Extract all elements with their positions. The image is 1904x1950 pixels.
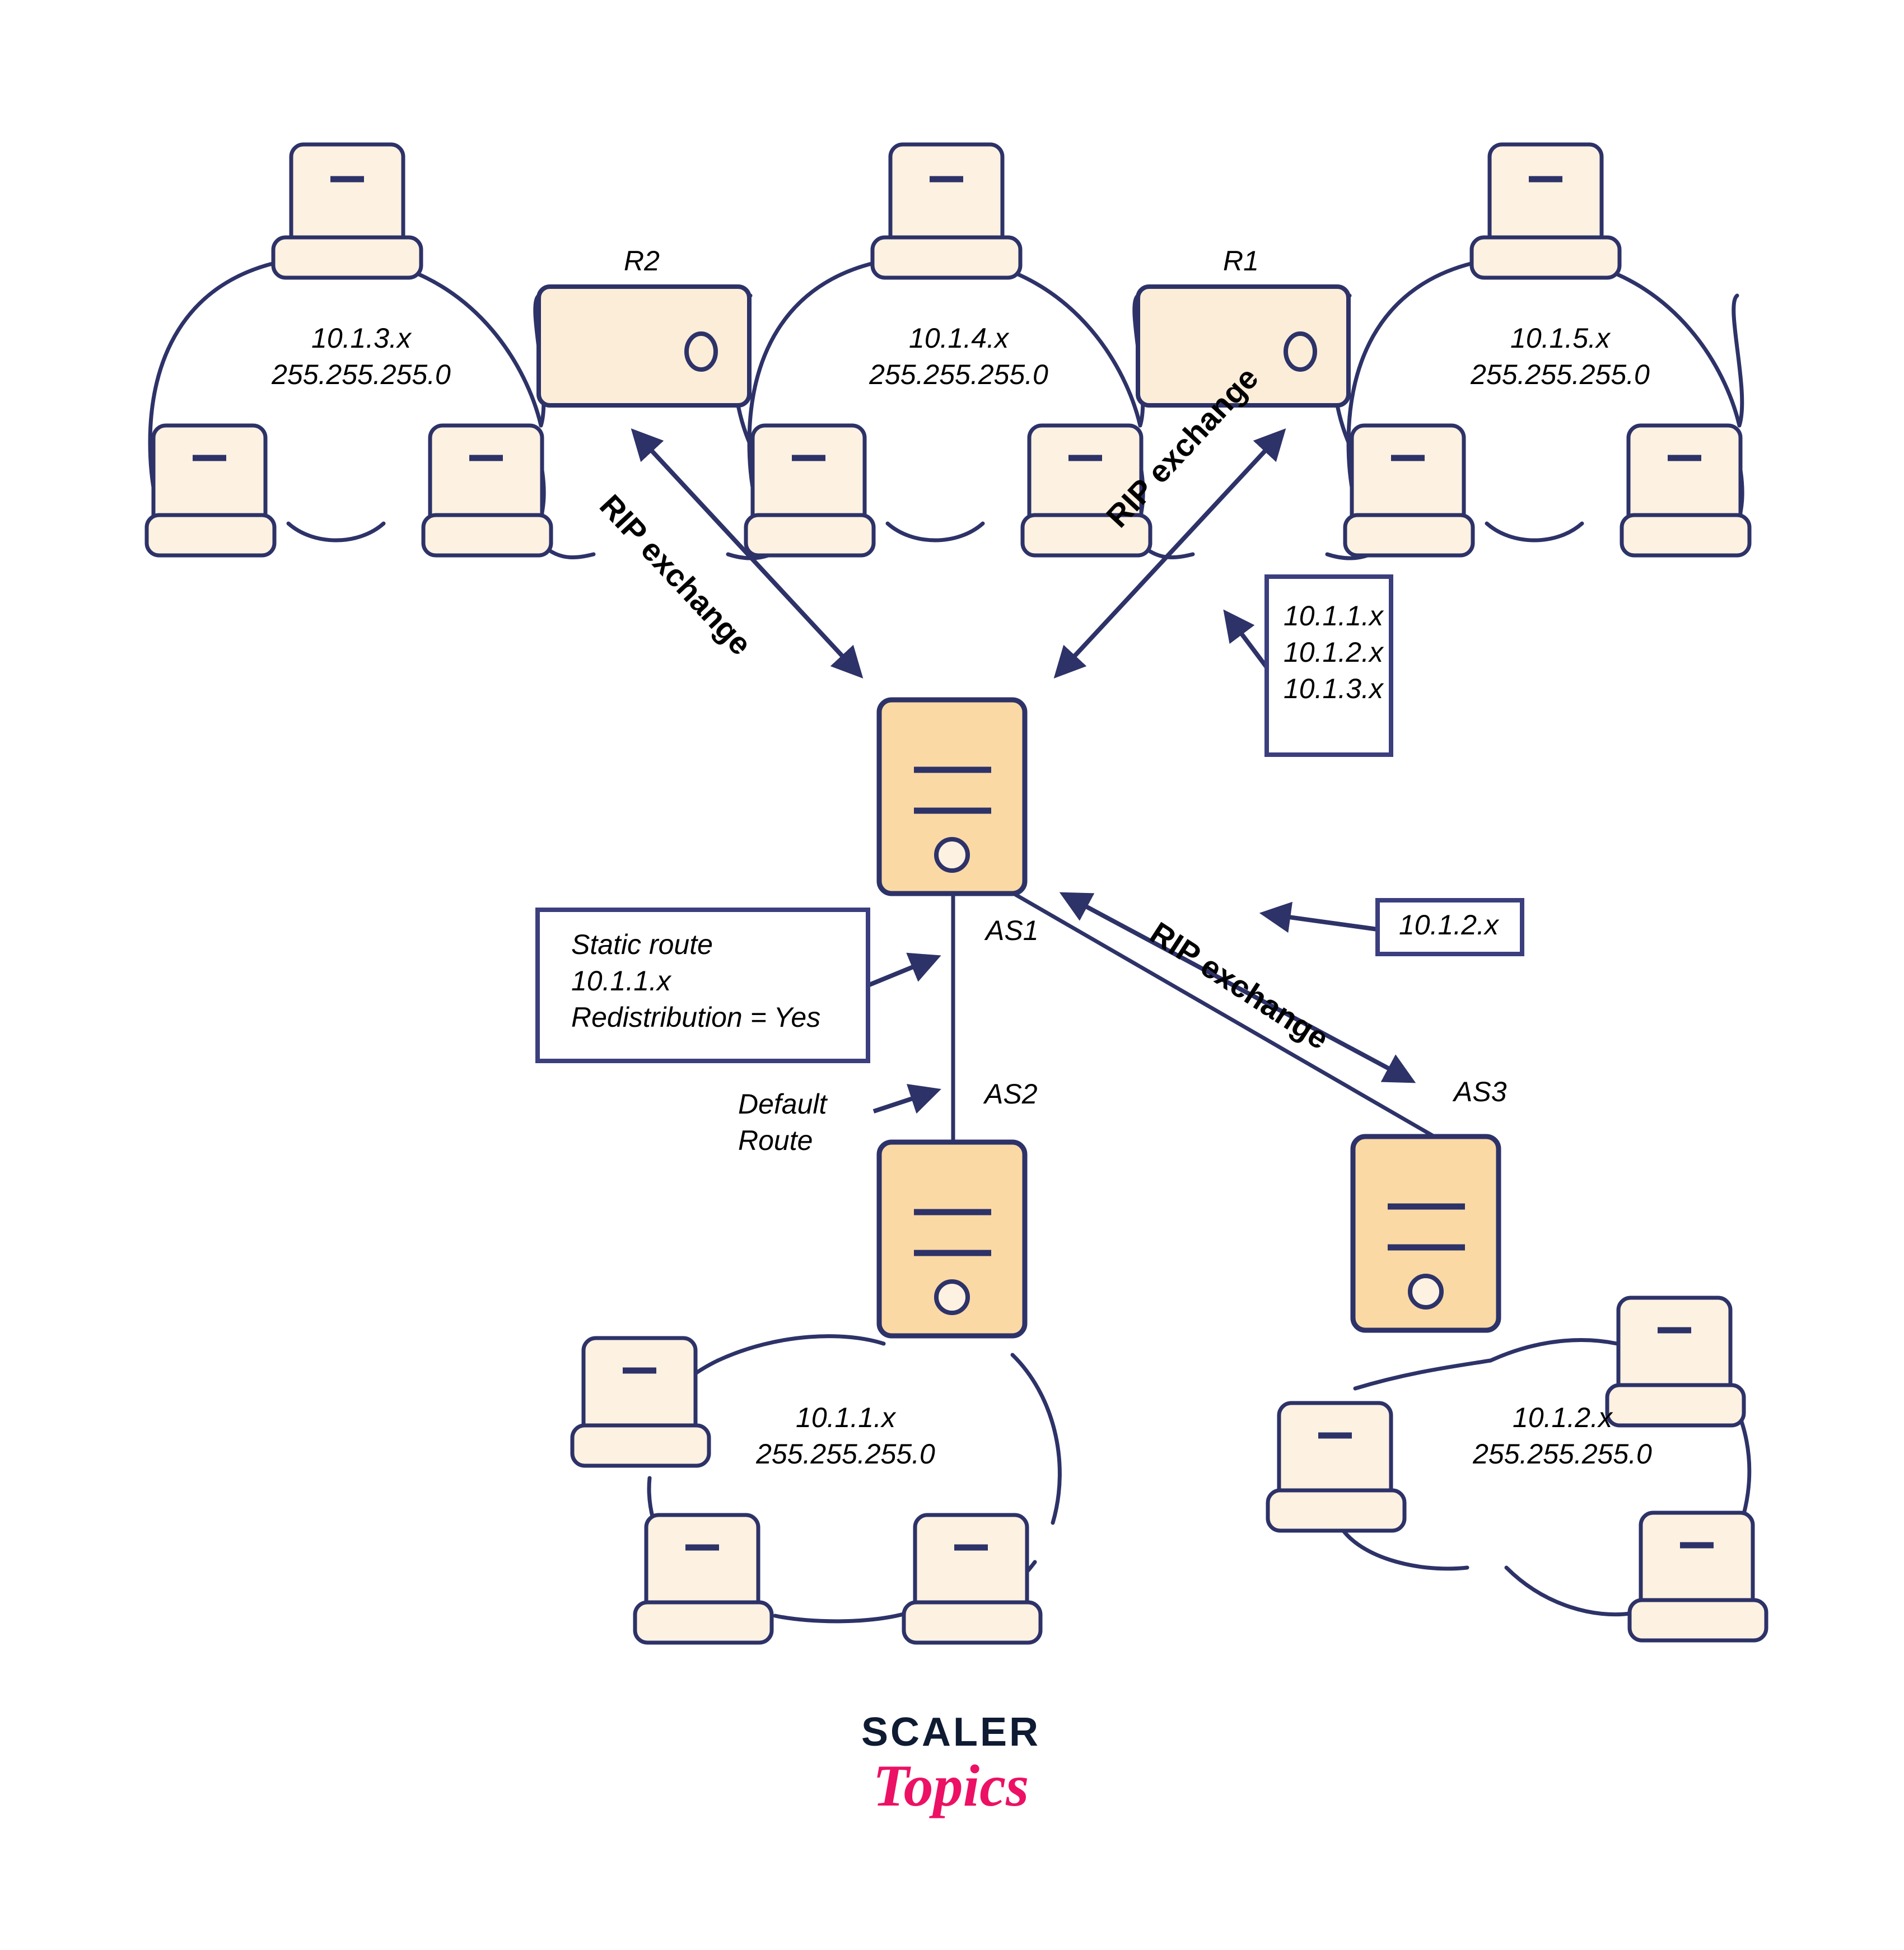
laptop-icon xyxy=(633,1513,774,1645)
laptop-icon xyxy=(902,1513,1043,1645)
static-route-callout-arrow xyxy=(867,952,941,988)
cloud-edge xyxy=(716,1334,886,1363)
cloud-edge xyxy=(773,1610,912,1624)
routes-box-text: 10.1.1.x 10.1.2.x 10.1.3.x xyxy=(1284,598,1383,707)
advertised-route-box-text: 10.1.2.x xyxy=(1399,909,1499,941)
network-address: 10.1.2.x xyxy=(1513,1402,1612,1433)
laptop-icon xyxy=(1343,423,1475,558)
routes-box-line-3: 10.1.3.x xyxy=(1284,673,1383,704)
network-diagram-svg xyxy=(144,142,1768,1645)
network-mask: 255.255.255.0 xyxy=(272,359,451,390)
routes-box-line-2: 10.1.2.x xyxy=(1284,637,1383,668)
laptop-icon xyxy=(1627,1511,1768,1643)
laptop-icon xyxy=(1266,1401,1407,1533)
laptop-icon xyxy=(271,142,423,280)
server-label-as3: AS3 xyxy=(1454,1076,1507,1107)
routes-box-line-1: 10.1.1.x xyxy=(1284,600,1383,632)
network-mask: 255.255.255.0 xyxy=(1473,1438,1652,1470)
cloud-edge xyxy=(1010,1353,1062,1525)
server-icon-as2 xyxy=(876,1139,1028,1339)
network-address: 10.1.4.x xyxy=(909,322,1009,354)
default-route-label: Default Route xyxy=(738,1086,827,1159)
network-mask: 255.255.255.0 xyxy=(1471,359,1650,390)
default-route-line-2: Route xyxy=(738,1125,813,1156)
routes-box-callout-arrow xyxy=(1223,609,1269,669)
diagram-canvas: 10.1.3.x 255.255.255.0 10.1.4.x 255.255.25… xyxy=(0,0,1904,1950)
laptop-icon xyxy=(1620,423,1752,558)
advertised-route-callout-arrow xyxy=(1259,901,1378,933)
cloud-edge xyxy=(1485,521,1584,543)
static-route-line-3: Redistribution = Yes xyxy=(571,1002,821,1033)
server-icon-as3 xyxy=(1350,1134,1501,1333)
network-label-10-1-5: 10.1.5.x 255.255.255.0 xyxy=(1471,320,1650,393)
router-label-r2: R2 xyxy=(624,245,660,277)
laptop-icon xyxy=(870,142,1023,280)
network-mask: 255.255.255.0 xyxy=(869,359,1048,390)
cloud-edge xyxy=(1353,1358,1493,1391)
network-label-10-1-4: 10.1.4.x 255.255.255.0 xyxy=(869,320,1048,393)
network-label-10-1-3: 10.1.3.x 255.255.255.0 xyxy=(272,320,451,393)
default-route-line-1: Default xyxy=(738,1088,827,1120)
static-route-box-text: Static route 10.1.1.x Redistribution = Yes xyxy=(571,927,820,1036)
server-label-as2: AS2 xyxy=(984,1078,1038,1110)
cloud-edge xyxy=(286,521,386,543)
network-address: 10.1.1.x xyxy=(796,1402,895,1433)
router-label-r1: R1 xyxy=(1223,245,1259,277)
server-label-as1: AS1 xyxy=(986,915,1039,946)
network-label-10-1-2: 10.1.2.x 255.255.255.0 xyxy=(1473,1400,1652,1472)
server-icon-as1 xyxy=(876,697,1028,896)
static-route-line-1: Static route xyxy=(571,929,713,960)
logo-secondary-text: Topics xyxy=(872,1753,1029,1818)
cloud-edge xyxy=(1488,1338,1620,1363)
laptop-icon xyxy=(1469,142,1622,280)
static-route-line-2: 10.1.1.x xyxy=(571,965,671,997)
network-address: 10.1.3.x xyxy=(311,322,411,354)
default-route-callout-arrow xyxy=(872,1084,941,1114)
logo-primary-text: SCALER xyxy=(861,1710,1041,1755)
laptop-icon xyxy=(421,423,553,558)
laptop-icon xyxy=(744,423,876,558)
scaler-topics-logo: SCALER Topics xyxy=(861,1712,1040,1817)
cloud-edge xyxy=(885,521,985,543)
router-icon xyxy=(536,284,752,408)
network-address: 10.1.5.x xyxy=(1510,322,1610,354)
cloud-edge xyxy=(1504,1565,1632,1617)
network-mask: 255.255.255.0 xyxy=(756,1438,935,1470)
laptop-icon xyxy=(570,1336,711,1468)
network-label-10-1-1: 10.1.1.x 255.255.255.0 xyxy=(756,1400,935,1472)
laptop-icon xyxy=(144,423,277,558)
